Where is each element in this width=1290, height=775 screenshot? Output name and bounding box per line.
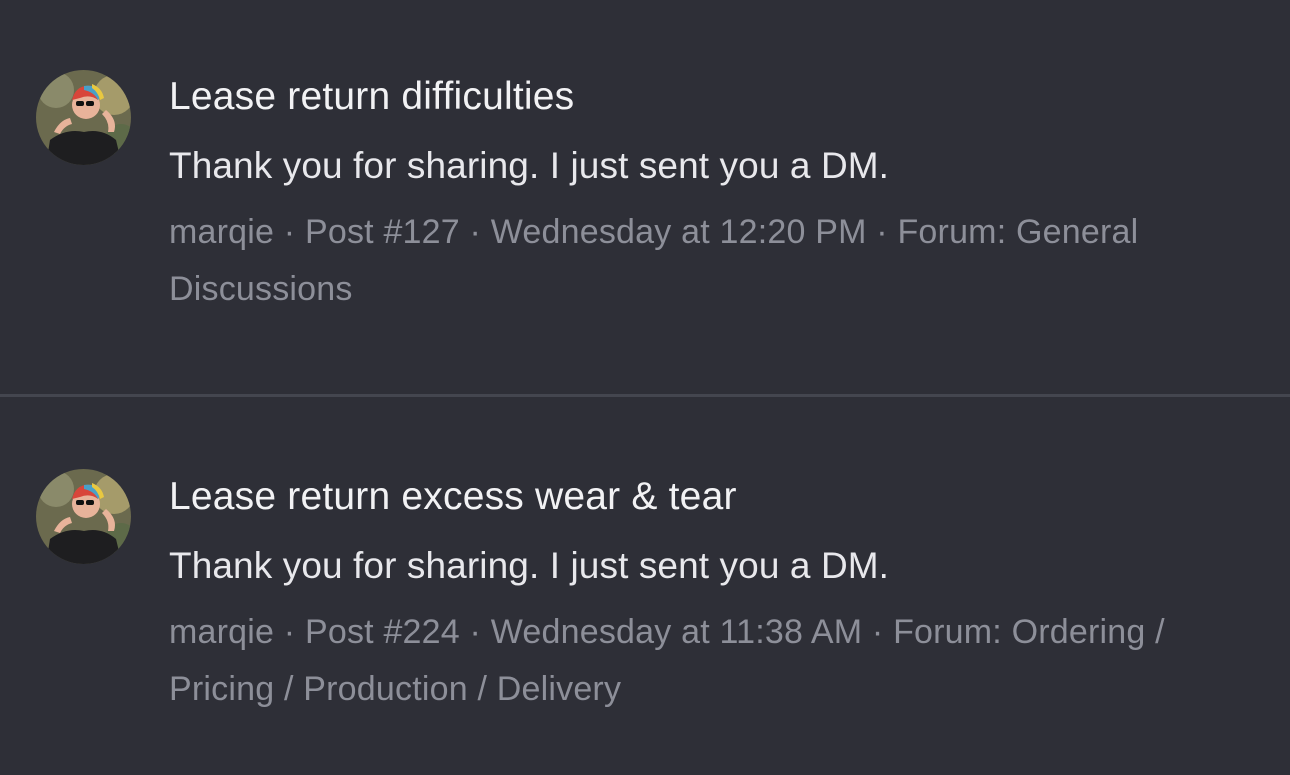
- result-title-link[interactable]: Lease return difficulties: [169, 73, 1250, 121]
- post-number-link[interactable]: Post #127: [305, 213, 460, 251]
- user-avatar[interactable]: [36, 469, 131, 564]
- meta-separator: ·: [469, 613, 491, 651]
- meta-separator: ·: [871, 613, 894, 651]
- result-item[interactable]: Lease return excess wear & tear Thank yo…: [0, 397, 1290, 775]
- meta-separator: ·: [469, 213, 491, 251]
- avatar-photo-icon: [36, 70, 131, 165]
- result-content: Lease return excess wear & tear Thank yo…: [169, 473, 1250, 718]
- search-results-list: Lease return difficulties Thank you for …: [0, 0, 1290, 775]
- result-content: Lease return difficulties Thank you for …: [169, 73, 1250, 318]
- result-meta: marqie · Post #127 · Wednesday at 12:20 …: [169, 204, 1250, 318]
- meta-separator: ·: [876, 213, 898, 251]
- result-snippet: Thank you for sharing. I just sent you a…: [169, 545, 890, 586]
- post-timestamp: Wednesday at 12:20 PM: [490, 213, 867, 251]
- result-title-link[interactable]: Lease return excess wear & tear: [169, 473, 1250, 521]
- post-timestamp: Wednesday at 11:38 AM: [490, 613, 863, 651]
- avatar-photo-icon: [36, 469, 131, 564]
- author-link[interactable]: marqie: [169, 613, 274, 651]
- result-meta: marqie · Post #224 · Wednesday at 11:38 …: [169, 604, 1250, 718]
- user-avatar[interactable]: [36, 70, 131, 165]
- meta-separator: ·: [283, 213, 305, 251]
- meta-separator: ·: [283, 613, 305, 651]
- post-number-link[interactable]: Post #224: [305, 613, 460, 651]
- author-link[interactable]: marqie: [169, 213, 274, 251]
- result-item[interactable]: Lease return difficulties Thank you for …: [0, 0, 1290, 394]
- result-snippet: Thank you for sharing. I just sent you a…: [169, 145, 890, 186]
